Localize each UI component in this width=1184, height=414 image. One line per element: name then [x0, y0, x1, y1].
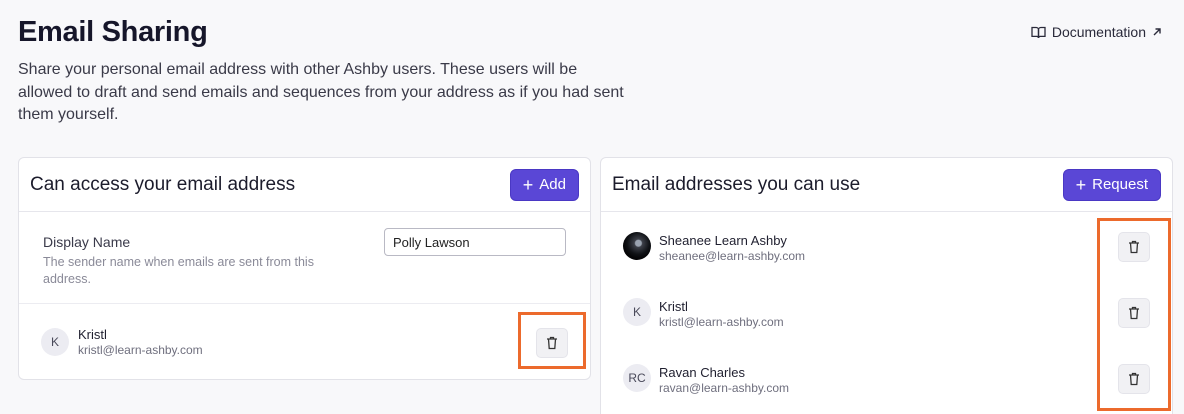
person-email: sheanee@learn-ashby.com: [659, 249, 806, 263]
trash-icon: [1128, 372, 1140, 386]
person-name: Sheanee Learn Ashby: [659, 233, 787, 248]
person-name: Kristl: [659, 299, 688, 314]
trash-icon: [1128, 306, 1140, 320]
request-button[interactable]: + Request: [1062, 168, 1161, 201]
person-name: Ravan Charles: [659, 365, 745, 380]
page-title: Email Sharing: [18, 16, 208, 48]
list-item: Sheanee Learn Ashby sheanee@learn-ashby.…: [601, 216, 1172, 282]
display-name-help: The sender name when emails are sent fro…: [43, 255, 314, 286]
person-name: Kristl: [78, 327, 107, 342]
usable-card-header: Email addresses you can use + Request: [601, 158, 1172, 212]
request-button-label: Request: [1092, 176, 1148, 193]
avatar: K: [41, 328, 69, 356]
delete-button[interactable]: [1118, 364, 1150, 394]
add-button[interactable]: + Add: [509, 168, 579, 201]
access-card-title: Can access your email address: [30, 173, 296, 195]
documentation-link-label: Documentation: [1051, 24, 1146, 40]
access-card-header: Can access your email address + Add: [19, 158, 590, 212]
add-button-label: Add: [539, 176, 566, 193]
list-item: K Kristl kristl@learn-ashby.com: [601, 282, 1172, 348]
documentation-link[interactable]: Documentation: [1031, 24, 1162, 40]
book-icon: [1031, 26, 1046, 39]
external-arrow-icon: [1152, 27, 1162, 37]
trash-icon: [546, 336, 558, 350]
delete-button[interactable]: [536, 328, 568, 358]
avatar: [623, 232, 651, 260]
display-name-input[interactable]: [384, 228, 566, 256]
person-email: kristl@learn-ashby.com: [78, 343, 203, 357]
page-description: Share your personal email address with o…: [18, 61, 624, 123]
display-name-label: Display Name: [43, 234, 131, 250]
list-item: RC Ravan Charles ravan@learn-ashby.com: [601, 348, 1172, 414]
plus-icon: +: [1075, 174, 1087, 195]
avatar: RC: [623, 364, 651, 392]
access-card: Can access your email address + Add Disp…: [18, 157, 591, 380]
plus-icon: +: [522, 174, 534, 195]
display-name-setting: Display Name The sender name when emails…: [19, 212, 590, 304]
usable-card: Email addresses you can use + Request Sh…: [600, 157, 1173, 414]
delete-button[interactable]: [1118, 232, 1150, 262]
avatar: K: [623, 298, 651, 326]
person-email: kristl@learn-ashby.com: [659, 315, 784, 329]
delete-button[interactable]: [1118, 298, 1150, 328]
usable-card-title: Email addresses you can use: [612, 173, 861, 195]
trash-icon: [1128, 240, 1140, 254]
list-item: K Kristl kristl@learn-ashby.com: [19, 304, 590, 370]
person-email: ravan@learn-ashby.com: [659, 381, 790, 395]
